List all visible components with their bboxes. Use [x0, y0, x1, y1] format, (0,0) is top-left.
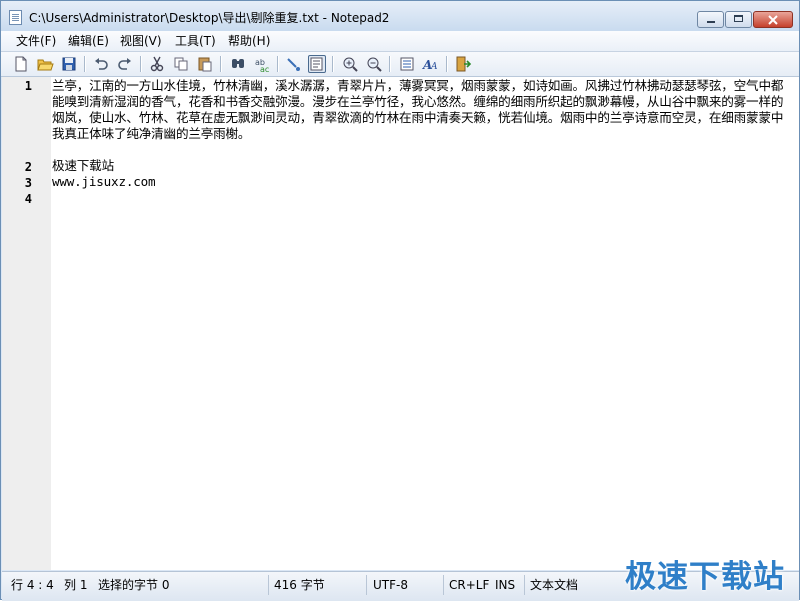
menu-bar: 文件(F) 编辑(E) 视图(V) 工具(T) 帮助(H)	[1, 31, 799, 52]
line-number: 2	[24, 160, 32, 174]
view-whitespace-icon	[310, 57, 323, 71]
menu-help[interactable]: 帮助(H)	[226, 33, 272, 49]
replace-button[interactable]: ab ac	[253, 55, 271, 74]
scheme-icon	[400, 57, 414, 71]
status-divider	[366, 575, 367, 595]
toolbar-separator	[140, 56, 142, 72]
cut-icon	[150, 56, 164, 72]
toolbar-separator	[446, 56, 448, 72]
zoom-out-icon	[367, 57, 382, 72]
window-title: C:\Users\Administrator\Desktop\导出\剔除重复.t…	[29, 11, 390, 25]
status-doc-type[interactable]: 文本文档	[530, 577, 578, 593]
exit-icon	[456, 56, 472, 72]
status-divider	[443, 575, 444, 595]
line-number: 3	[24, 176, 32, 190]
wrap-icon	[287, 58, 300, 71]
open-file-button[interactable]	[36, 55, 54, 73]
toolbar-separator	[332, 56, 334, 72]
word-wrap-button[interactable]	[285, 55, 303, 73]
font-button[interactable]: AA	[422, 55, 440, 73]
save-button[interactable]	[60, 55, 78, 73]
undo-icon	[95, 58, 108, 70]
menu-file[interactable]: 文件(F)	[14, 33, 58, 49]
font-icon: AA	[422, 58, 438, 72]
title-bar[interactable]: C:\Users\Administrator\Desktop\导出\剔除重复.t…	[1, 1, 799, 31]
paste-icon	[198, 57, 212, 72]
close-button[interactable]	[753, 11, 793, 28]
site-watermark: 极速下载站	[625, 559, 785, 595]
save-icon	[62, 57, 76, 71]
open-folder-icon	[37, 59, 54, 71]
text-line[interactable]: 极速下载站	[52, 158, 792, 174]
scheme-button[interactable]	[398, 55, 416, 73]
status-encoding[interactable]: UTF-8	[373, 577, 408, 593]
new-file-button[interactable]	[12, 55, 30, 73]
zoom-out-button[interactable]	[365, 55, 383, 73]
notepad2-window: C:\Users\Administrator\Desktop\导出\剔除重复.t…	[0, 0, 800, 601]
status-size: 416 字节	[274, 578, 325, 592]
paste-button[interactable]	[196, 55, 214, 73]
zoom-in-button[interactable]	[341, 55, 359, 73]
copy-icon	[174, 57, 188, 71]
status-divider	[524, 575, 525, 595]
zoom-in-icon	[343, 57, 358, 72]
menu-edit[interactable]: 编辑(E)	[66, 33, 111, 49]
menu-tools[interactable]: 工具(T)	[173, 33, 218, 49]
svg-text:A: A	[430, 62, 438, 72]
cut-button[interactable]	[148, 55, 166, 73]
find-button[interactable]	[229, 55, 247, 73]
new-file-icon	[15, 56, 27, 72]
toolbar: ab ac AA	[1, 52, 799, 77]
exit-button[interactable]	[454, 55, 472, 73]
text-line[interactable]	[52, 190, 792, 206]
close-icon	[768, 15, 778, 25]
view-whitespace-button[interactable]	[308, 55, 326, 73]
redo-icon	[118, 58, 131, 70]
editor-text[interactable]: 兰亭，江南的一方山水佳境，竹林清幽，溪水潺潺，青翠片片，薄雾冥冥，烟雨蒙蒙，如诗…	[52, 78, 792, 206]
status-column: 列 1	[64, 578, 88, 592]
copy-button[interactable]	[172, 55, 190, 73]
status-mode[interactable]: INS	[495, 577, 515, 593]
text-line[interactable]: 兰亭，江南的一方山水佳境，竹林清幽，溪水潺潺，青翠片片，薄雾冥冥，烟雨蒙蒙，如诗…	[52, 78, 792, 158]
toolbar-separator	[84, 56, 86, 72]
status-divider	[268, 575, 269, 595]
status-line-ending[interactable]: CR+LF	[449, 577, 489, 593]
minimize-button[interactable]	[697, 11, 724, 28]
find-icon	[232, 59, 244, 68]
replace-icon: abac	[255, 58, 269, 74]
toolbar-separator	[220, 56, 222, 72]
line-number-gutter: 1 2 3 4	[2, 77, 51, 570]
maximize-button[interactable]	[725, 11, 752, 28]
notepad-icon	[9, 10, 22, 25]
redo-button[interactable]	[116, 55, 134, 73]
status-position: 行 4 : 4	[11, 578, 54, 592]
line-number: 4	[24, 192, 32, 206]
svg-text:ac: ac	[260, 65, 269, 73]
undo-button[interactable]	[92, 55, 110, 73]
menu-view[interactable]: 视图(V)	[118, 33, 164, 49]
toolbar-separator	[277, 56, 279, 72]
text-editor[interactable]: 1 2 3 4 兰亭，江南的一方山水佳境，竹林清幽，溪水潺潺，青翠片片，薄雾冥冥…	[2, 77, 799, 570]
text-line[interactable]: www.jisuxz.com	[52, 174, 792, 190]
line-number: 1	[24, 79, 32, 93]
toolbar-separator	[389, 56, 391, 72]
status-selection: 选择的字节 0	[98, 578, 170, 592]
